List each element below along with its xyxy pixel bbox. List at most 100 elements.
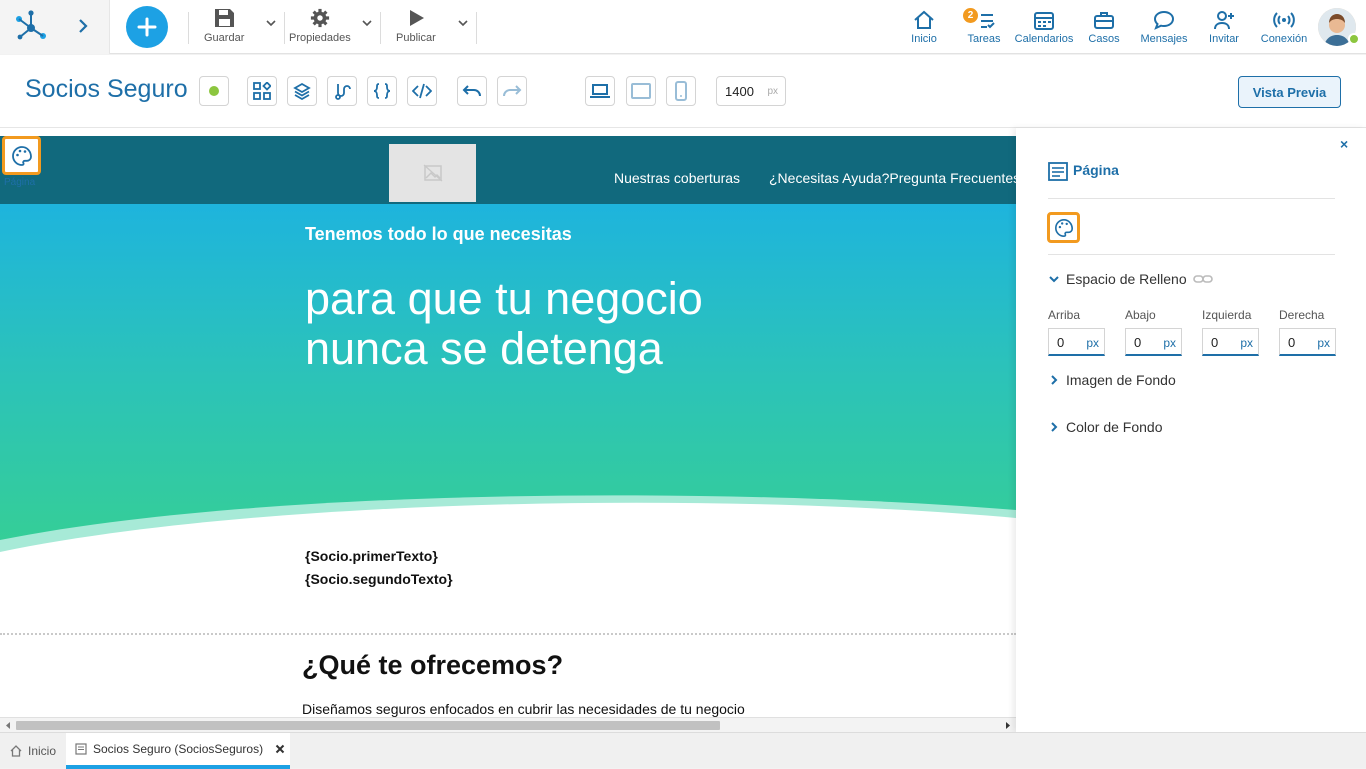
properties-dropdown-icon[interactable] bbox=[361, 18, 373, 28]
divider bbox=[380, 12, 381, 44]
page-title: Socios Seguro bbox=[25, 75, 188, 103]
hero-title[interactable]: para que tu negocio nunca se detenga bbox=[305, 274, 703, 374]
publish-button[interactable]: Publicar bbox=[396, 8, 436, 44]
scrollbar-thumb[interactable] bbox=[16, 721, 720, 730]
padding-top-value: 0 bbox=[1057, 335, 1065, 350]
divider bbox=[1048, 254, 1335, 255]
flow-icon bbox=[335, 84, 351, 100]
chat-bubble-icon bbox=[1153, 10, 1175, 30]
padding-top-label: Arriba bbox=[1048, 308, 1081, 322]
close-panel-button[interactable]: × bbox=[1340, 136, 1348, 152]
app-logo-icon[interactable] bbox=[14, 10, 48, 42]
style-tab-button[interactable] bbox=[1047, 212, 1080, 243]
padding-section-header[interactable]: Espacio de Relleno bbox=[1048, 271, 1213, 287]
chevron-right-icon[interactable] bbox=[76, 17, 90, 35]
add-button[interactable] bbox=[126, 6, 168, 48]
flow-button[interactable] bbox=[327, 76, 357, 106]
nav-messages-label: Mensajes bbox=[1140, 33, 1188, 45]
nav-connection-label: Conexión bbox=[1260, 33, 1308, 45]
tasks-count-badge: 2 bbox=[963, 8, 978, 23]
save-dropdown-icon[interactable] bbox=[265, 18, 277, 28]
save-label: Guardar bbox=[204, 32, 245, 44]
chevron-right-icon bbox=[1051, 422, 1058, 432]
scroll-right-icon[interactable] bbox=[1004, 721, 1012, 730]
close-tab-icon[interactable] bbox=[275, 744, 285, 754]
nav-home-label: Inicio bbox=[911, 33, 937, 45]
divider bbox=[1048, 198, 1335, 199]
preview-button[interactable]: Vista Previa bbox=[1238, 76, 1341, 108]
redo-button[interactable] bbox=[497, 76, 527, 106]
menu-item-help[interactable]: ¿Necesitas Ayuda?Pregunta Frecuentes bbox=[769, 170, 1016, 186]
padding-right-label: Derecha bbox=[1279, 308, 1325, 322]
play-icon bbox=[409, 10, 424, 26]
bottom-tab-bar: Inicio Socios Seguro (SociosSeguros) bbox=[0, 732, 1366, 769]
section-text[interactable]: Diseñamos seguros enfocados en cubrir la… bbox=[302, 701, 745, 717]
tablet-icon bbox=[631, 83, 651, 99]
padding-left-unit: px bbox=[1240, 336, 1253, 350]
brand-area bbox=[0, 0, 110, 54]
nav-connection[interactable]: Conexión bbox=[1254, 10, 1314, 45]
editor-toolbar: Socios Seguro 1400 px Vista Previa bbox=[0, 55, 1366, 128]
nav-calendars[interactable]: Calendarios bbox=[1014, 10, 1074, 45]
page-style-badge[interactable] bbox=[2, 136, 41, 175]
publish-label: Publicar bbox=[396, 32, 436, 44]
logo-image-placeholder[interactable] bbox=[389, 144, 476, 202]
variable-second-text[interactable]: {Socio.segundoTexto} bbox=[305, 571, 453, 587]
json-button[interactable] bbox=[367, 76, 397, 106]
scroll-left-icon[interactable] bbox=[4, 721, 12, 730]
laptop-icon bbox=[590, 84, 610, 98]
mobile-view-button[interactable] bbox=[666, 76, 696, 106]
tab-socios-seguro[interactable]: Socios Seguro (SociosSeguros) bbox=[66, 733, 290, 769]
components-button[interactable] bbox=[247, 76, 277, 106]
padding-bottom-unit: px bbox=[1163, 336, 1176, 350]
components-icon bbox=[253, 82, 271, 100]
padding-left-input[interactable]: 0 px bbox=[1202, 328, 1259, 356]
code-button[interactable] bbox=[407, 76, 437, 106]
background-image-section-header[interactable]: Imagen de Fondo bbox=[1048, 372, 1176, 388]
link-icon[interactable] bbox=[1192, 274, 1213, 284]
padding-bottom-input[interactable]: 0 px bbox=[1125, 328, 1182, 356]
add-user-icon bbox=[1214, 11, 1234, 30]
palette-icon bbox=[11, 145, 32, 166]
nav-home[interactable]: Inicio bbox=[894, 10, 954, 45]
padding-right-input[interactable]: 0 px bbox=[1279, 328, 1336, 356]
padding-right-value: 0 bbox=[1288, 335, 1296, 350]
publish-dropdown-icon[interactable] bbox=[457, 18, 469, 28]
tablet-view-button[interactable] bbox=[626, 76, 656, 106]
tab-home[interactable]: Inicio bbox=[10, 733, 56, 769]
properties-button[interactable]: Propiedades bbox=[289, 8, 351, 44]
horizontal-scrollbar[interactable] bbox=[0, 717, 1016, 732]
nav-invite[interactable]: Invitar bbox=[1194, 10, 1254, 45]
chevron-down-icon bbox=[1049, 276, 1059, 283]
padding-bottom-value: 0 bbox=[1134, 335, 1142, 350]
menu-item-coverages[interactable]: Nuestras coberturas bbox=[614, 170, 740, 186]
nav-invite-label: Invitar bbox=[1209, 33, 1239, 45]
code-icon bbox=[412, 83, 432, 99]
curly-braces-icon bbox=[373, 83, 391, 99]
divider bbox=[284, 12, 285, 44]
background-image-section-label: Imagen de Fondo bbox=[1066, 372, 1176, 388]
page-width-input[interactable]: 1400 px bbox=[716, 76, 786, 106]
nav-cases[interactable]: Casos bbox=[1074, 10, 1134, 45]
variable-first-text[interactable]: {Socio.primerTexto} bbox=[305, 548, 438, 564]
padding-right-unit: px bbox=[1317, 336, 1330, 350]
page-style-badge-label: Página bbox=[4, 177, 36, 188]
site-header[interactable]: Nuestras coberturas ¿Necesitas Ayuda?Pre… bbox=[0, 136, 1016, 204]
status-toggle-button[interactable] bbox=[199, 76, 229, 106]
page-width-value: 1400 bbox=[725, 84, 754, 99]
status-dot-icon bbox=[209, 86, 219, 96]
padding-top-input[interactable]: 0 px bbox=[1048, 328, 1105, 356]
design-canvas[interactable]: Nuestras coberturas ¿Necesitas Ayuda?Pre… bbox=[0, 128, 1016, 717]
background-color-section-header[interactable]: Color de Fondo bbox=[1048, 419, 1163, 435]
section-heading[interactable]: ¿Qué te ofrecemos? bbox=[302, 650, 563, 681]
page-icon bbox=[1048, 162, 1068, 181]
page-icon bbox=[75, 743, 87, 755]
nav-messages[interactable]: Mensajes bbox=[1134, 10, 1194, 45]
save-button[interactable]: Guardar bbox=[204, 8, 244, 44]
layers-button[interactable] bbox=[287, 76, 317, 106]
online-status-dot bbox=[1348, 33, 1360, 45]
undo-button[interactable] bbox=[457, 76, 487, 106]
nav-tasks-label: Tareas bbox=[967, 33, 1001, 45]
hero-subtitle[interactable]: Tenemos todo lo que necesitas bbox=[305, 224, 572, 245]
desktop-view-button[interactable] bbox=[585, 76, 615, 106]
